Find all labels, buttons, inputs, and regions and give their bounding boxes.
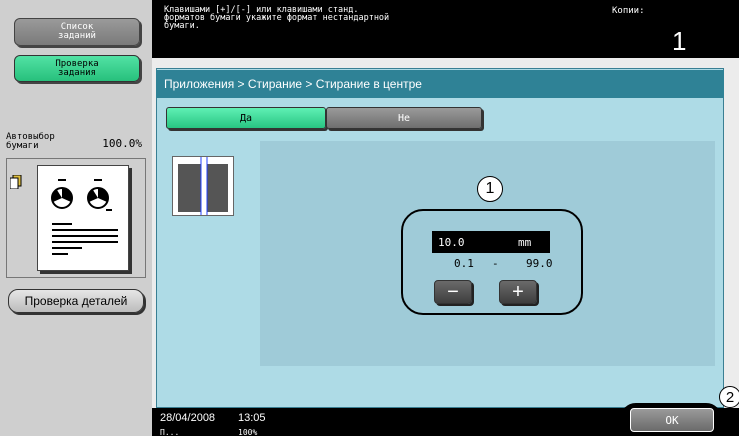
paper-auto-header: Автовыбор бумаги 100.0%: [6, 133, 146, 159]
instruction-message: Клавишами [+]/[-] или клавишами станд. ф…: [164, 5, 390, 31]
callout-marker-1: 1: [477, 176, 503, 202]
tab-no-label: Не: [397, 112, 411, 124]
check-details-label: Проверка деталей: [24, 294, 128, 308]
paper-auto-label: Автовыбор бумаги: [6, 132, 55, 151]
job-check-button[interactable]: Проверка задания: [14, 55, 140, 82]
range-max: 99.0: [526, 257, 553, 270]
copies-count: 1: [672, 26, 687, 56]
erase-width-field[interactable]: 10.0 mm: [432, 231, 550, 253]
callout-marker-2: 2: [719, 386, 739, 408]
message-bar: Клавишами [+]/[-] или клавишами станд. ф…: [152, 0, 739, 58]
tab-yes-label: Да: [239, 112, 253, 124]
callout-1-label: 1: [485, 180, 495, 197]
range-separator: -: [492, 257, 499, 270]
minus-icon: −: [447, 280, 459, 303]
preview-sheet: [37, 165, 129, 271]
copies-label: Копии:: [612, 6, 645, 16]
erase-width-value: 10.0: [438, 236, 465, 249]
status-date: 28/04/2008: [160, 412, 216, 424]
check-details-button[interactable]: Проверка деталей: [8, 289, 144, 313]
document-icon: [10, 175, 22, 189]
job-list-label: Список заданий: [58, 22, 96, 41]
center-erase-diagram: [172, 155, 234, 216]
erase-width-unit: mm: [518, 236, 532, 249]
breadcrumb-text: Приложения > Стирание > Стирание в центр…: [164, 77, 422, 91]
breadcrumb: Приложения > Стирание > Стирание в центр…: [156, 70, 724, 98]
job-list-button[interactable]: Список заданий: [14, 18, 140, 46]
decrease-button[interactable]: −: [434, 280, 472, 304]
callout-2-label: 2: [725, 388, 735, 406]
plus-icon: +: [512, 280, 524, 303]
job-check-label: Проверка задания: [55, 58, 99, 78]
ok-button[interactable]: OK: [630, 408, 714, 432]
status-time: 13:05: [238, 412, 266, 424]
increase-button[interactable]: +: [499, 280, 537, 304]
page-preview: [6, 158, 146, 278]
tab-no[interactable]: Не: [326, 107, 482, 129]
tab-yes[interactable]: Да: [166, 107, 326, 129]
zoom-value: 100.0%: [102, 137, 142, 150]
center-erase-illustration: [178, 155, 228, 215]
range-min: 0.1: [454, 257, 474, 270]
preview-document-illustration: [51, 179, 118, 255]
ok-label: OK: [665, 413, 679, 427]
